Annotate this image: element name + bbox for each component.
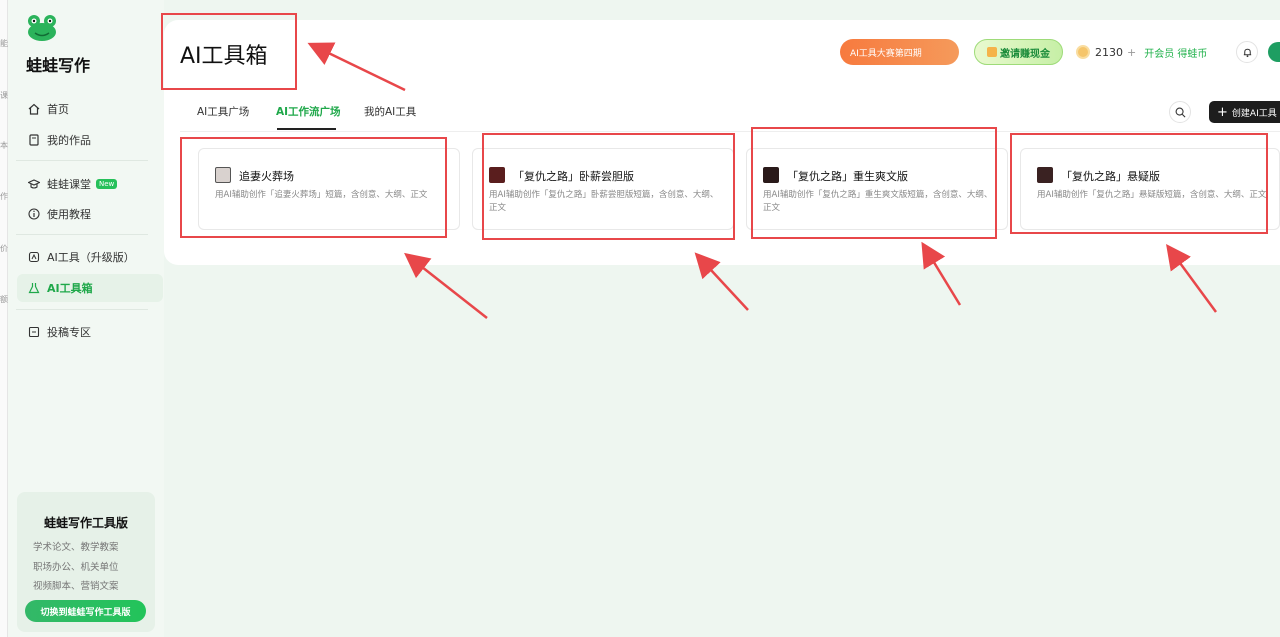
coin-balance: 2130 + 开会员 得蛙币 <box>1076 39 1226 65</box>
sidebar-item-label: 我的作品 <box>47 134 91 147</box>
sidebar-item-my-works[interactable]: 我的作品 <box>17 126 163 154</box>
sidebar-item-label: 蛙蛙课堂 <box>47 178 91 191</box>
promo-line: 学术论文、教学教案 <box>33 542 119 553</box>
sidebar-item-tutorial[interactable]: 使用教程 <box>17 200 163 228</box>
contest-banner-button[interactable]: AI工具大赛第四期 <box>840 39 959 65</box>
sidebar-item-ai-tools-upgraded[interactable]: AI工具（升级版） <box>17 243 163 271</box>
switch-version-button[interactable]: 切换到蛙蛙写作工具版 <box>25 600 146 622</box>
brand-name: 蛙蛙写作 <box>26 56 91 75</box>
promo-title: 蛙蛙写作工具版 <box>43 516 128 530</box>
tab-divider <box>180 131 1280 132</box>
sidebar-item-label: 投稿专区 <box>47 326 91 339</box>
home-icon <box>27 102 41 116</box>
contest-label: AI工具大赛第四期 <box>850 48 922 59</box>
active-tab-indicator <box>277 128 336 130</box>
ai-tool-icon <box>27 250 41 264</box>
search-icon[interactable] <box>1169 101 1191 123</box>
left-edge-strip: 能 课 本 作 价 额 <box>0 0 8 637</box>
file-icon <box>27 133 41 147</box>
frog-logo-icon <box>28 15 56 41</box>
member-link[interactable]: 开会员 得蛙币 <box>1144 45 1207 60</box>
annotation-box-card <box>180 137 447 238</box>
plus-icon: + <box>1217 104 1228 120</box>
annotation-box-title <box>161 13 297 90</box>
notification-bell-icon[interactable] <box>1236 41 1258 63</box>
create-ai-tool-button[interactable]: + 创建AI工具 <box>1209 101 1280 123</box>
sidebar-item-ai-toolbox[interactable]: AI工具箱 <box>17 274 163 302</box>
coin-count: 2130 <box>1095 45 1123 59</box>
graduation-cap-icon <box>27 177 41 191</box>
add-coins-button[interactable]: + <box>1127 46 1136 59</box>
submit-icon <box>27 325 41 339</box>
edge-label: 额 <box>0 295 8 304</box>
info-icon <box>27 207 41 221</box>
sidebar-divider <box>16 160 148 161</box>
tab-my-ai-tools[interactable]: 我的AI工具 <box>364 104 416 119</box>
sidebar-item-label: 使用教程 <box>47 208 91 221</box>
sidebar-item-home[interactable]: 首页 <box>17 95 163 123</box>
annotation-arrow <box>404 252 488 319</box>
tab-ai-tool-plaza[interactable]: AI工具广场 <box>197 104 249 119</box>
sidebar-item-label: 首页 <box>47 103 69 116</box>
sidebar-item-classroom[interactable]: 蛙蛙课堂 New <box>17 170 163 198</box>
annotation-box-card <box>482 133 735 240</box>
create-label: 创建AI工具 <box>1231 108 1277 119</box>
annotation-box-card <box>1010 133 1268 234</box>
edge-label: 价 <box>0 244 8 253</box>
tab-ai-workflow-plaza[interactable]: AI工作流广场 <box>276 104 341 119</box>
gift-icon <box>987 47 997 57</box>
sidebar-item-label: AI工具（升级版） <box>47 251 135 264</box>
coin-icon <box>1076 45 1090 59</box>
sidebar-divider <box>16 309 148 310</box>
flask-icon <box>27 281 41 295</box>
edge-label: 能 <box>0 39 8 48</box>
edge-label: 课 <box>0 91 8 100</box>
sidebar-item-submission[interactable]: 投稿专区 <box>17 318 163 346</box>
edge-label: 作 <box>0 192 8 201</box>
edge-label: 本 <box>0 141 8 150</box>
annotation-box-card <box>751 127 997 239</box>
promo-line: 视频脚本、营销文案 <box>33 581 119 592</box>
promo-card: 蛙蛙写作工具版 学术论文、教学教案 职场办公、机关单位 视频脚本、营销文案 切换… <box>17 492 155 632</box>
invite-label: 邀请赚现金 <box>1000 48 1050 60</box>
sidebar-item-label: AI工具箱 <box>47 282 93 295</box>
new-badge: New <box>96 179 118 189</box>
promo-line: 职场办公、机关单位 <box>33 562 119 573</box>
invite-cash-button[interactable]: 邀请赚现金 <box>974 39 1063 65</box>
sidebar-divider <box>16 234 148 235</box>
